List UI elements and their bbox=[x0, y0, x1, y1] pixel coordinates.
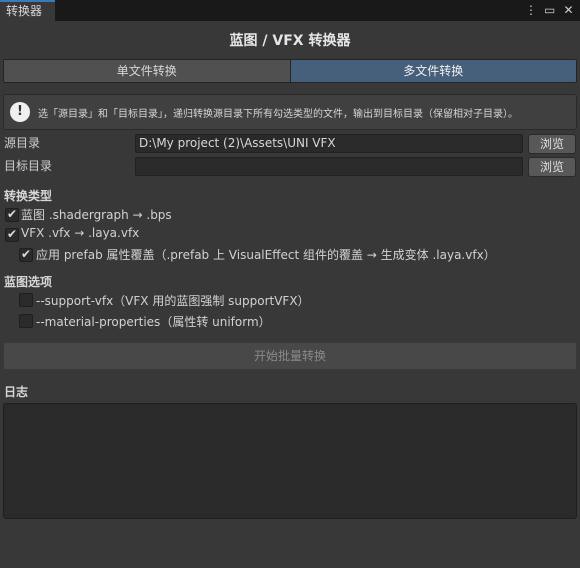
source-dir-field[interactable]: D:\My project (2)\Assets\UNI VFX bbox=[135, 134, 523, 153]
start-batch-button[interactable]: 开始批量转换 bbox=[3, 342, 577, 370]
maximize-icon[interactable]: ▭ bbox=[544, 2, 555, 18]
help-box: ! 选「源目录」和「目标目录」，递归转换源目录下所有勾选类型的文件，输出到目标目… bbox=[3, 94, 577, 130]
material-properties-checkbox[interactable] bbox=[19, 314, 33, 328]
blueprint-options-heading: 蓝图选项 bbox=[4, 275, 53, 289]
blueprint-checkbox[interactable] bbox=[5, 207, 19, 222]
prefab-override-label: 应用 prefab 属性覆盖（.prefab 上 VisualEffect 组件… bbox=[36, 248, 496, 262]
target-browse-button[interactable]: 浏览 bbox=[528, 157, 576, 177]
tab-single-file[interactable]: 单文件转换 bbox=[4, 60, 291, 82]
tab-bar: 转换器 ⋮ ▭ ✕ bbox=[0, 0, 580, 21]
vfx-option-label: VFX .vfx → .laya.vfx bbox=[21, 226, 140, 240]
kebab-menu-icon[interactable]: ⋮ bbox=[525, 2, 537, 18]
target-dir-field[interactable] bbox=[135, 157, 523, 176]
page-title: 蓝图 / VFX 转换器 bbox=[229, 33, 351, 49]
log-heading: 日志 bbox=[4, 385, 29, 399]
log-area[interactable] bbox=[3, 403, 577, 519]
blueprint-option-label: 蓝图 .shadergraph → .bps bbox=[21, 208, 172, 222]
target-dir-label: 目标目录 bbox=[4, 159, 53, 173]
material-properties-label: --material-properties（属性转 uniform） bbox=[36, 315, 271, 329]
close-icon[interactable]: ✕ bbox=[563, 2, 574, 18]
tab-multi-file[interactable]: 多文件转换 bbox=[290, 60, 576, 82]
source-browse-button[interactable]: 浏览 bbox=[528, 134, 576, 154]
tab-converter[interactable]: 转换器 bbox=[0, 0, 55, 21]
vfx-checkbox[interactable] bbox=[5, 227, 19, 242]
window-controls: ⋮ ▭ ✕ bbox=[525, 2, 574, 18]
mode-tabs: 单文件转换 多文件转换 bbox=[3, 59, 577, 83]
source-dir-label: 源目录 bbox=[4, 136, 41, 150]
converter-window: 转换器 ⋮ ▭ ✕ 蓝图 / VFX 转换器 单文件转换 多文件转换 ! 选「源… bbox=[0, 0, 580, 568]
prefab-override-checkbox[interactable] bbox=[19, 247, 33, 262]
help-text: 选「源目录」和「目标目录」，递归转换源目录下所有勾选类型的文件，输出到目标目录（… bbox=[38, 109, 518, 120]
support-vfx-checkbox[interactable] bbox=[19, 293, 33, 307]
info-icon: ! bbox=[10, 102, 30, 122]
support-vfx-label: --support-vfx（VFX 用的蓝图强制 supportVFX） bbox=[36, 294, 310, 308]
conversion-types-heading: 转换类型 bbox=[4, 189, 53, 203]
